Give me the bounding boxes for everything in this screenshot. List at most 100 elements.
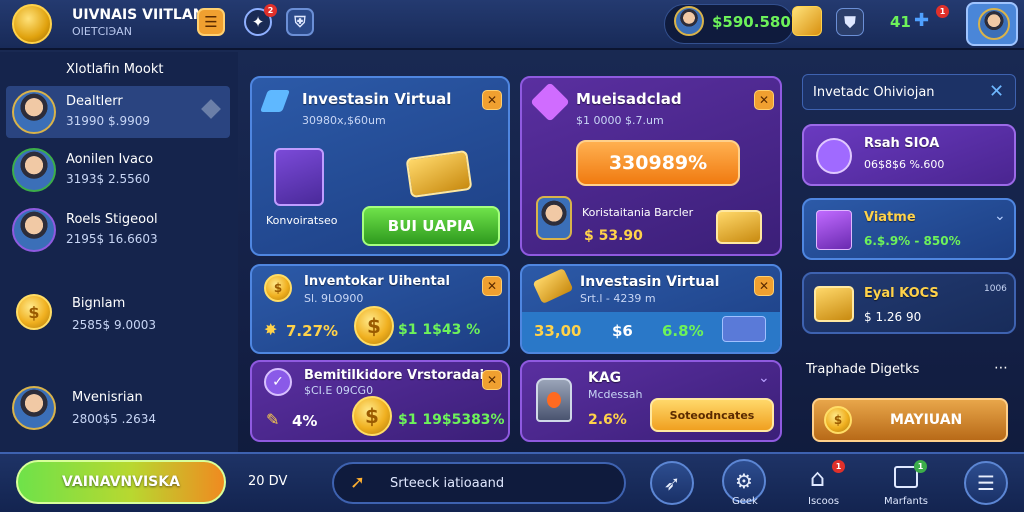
sidebar-item-name: Roels Stigeool bbox=[66, 212, 158, 227]
nav-label-iscoos: Iscoos bbox=[808, 496, 840, 507]
chevron-icon bbox=[201, 99, 221, 119]
item-value: $ 1.26 90 bbox=[864, 310, 922, 324]
amount-value: $1 1$43 % bbox=[398, 322, 481, 338]
avatar bbox=[12, 148, 56, 192]
home-badge: 1 bbox=[832, 460, 845, 473]
wallet-icon[interactable] bbox=[792, 6, 822, 36]
section-title: Traphade Digetks bbox=[806, 362, 920, 377]
chart-icon bbox=[259, 90, 291, 112]
coin-icon: $ bbox=[352, 396, 392, 436]
level-value: 41 bbox=[890, 13, 911, 31]
amount-label: 20 DV bbox=[248, 474, 288, 489]
gold-bar-icon bbox=[716, 210, 762, 244]
chevron-down-icon[interactable]: ⌄ bbox=[758, 370, 770, 386]
sidebar-title: Xlotlafin Mookt bbox=[66, 62, 164, 77]
close-icon[interactable]: ✕ bbox=[989, 81, 1004, 102]
close-icon[interactable]: ✕ bbox=[754, 276, 774, 296]
sidebar: Xlotlafin Mookt Dealtlerr 31990 $.9909 A… bbox=[0, 52, 238, 452]
chart-icon[interactable]: 1 bbox=[890, 460, 927, 492]
action-button[interactable]: Sоtеоdnсаtеs bbox=[650, 398, 774, 432]
sidebar-item-value: 2800$5 .2634 bbox=[72, 412, 156, 426]
card-investasin-virtual-2[interactable]: Investasin Virtual Srt.l - 4239 m ✕ 33,0… bbox=[520, 264, 782, 354]
profile-icon bbox=[978, 8, 1010, 40]
card-title: Investasin Virtual bbox=[302, 90, 452, 108]
card-subtitle: $CI.E 09CG0 bbox=[304, 384, 374, 397]
coin-icon: $ bbox=[264, 274, 292, 302]
sidebar-item-aonilen[interactable]: Aonilen Ivaco 3193$ 2.5560 bbox=[6, 146, 230, 198]
person-name: Koristaitania Barcler bbox=[582, 206, 694, 219]
item-value: 06$8$6 %.600 bbox=[864, 158, 945, 171]
check-icon: ✓ bbox=[264, 368, 292, 396]
close-icon[interactable]: ✕ bbox=[754, 90, 774, 110]
rocket-icon[interactable]: ➶ bbox=[650, 461, 694, 505]
card-title: Bemitilkidore Vrstoradai bbox=[304, 368, 485, 383]
sidebar-item-mvenisrian[interactable]: Mvenisrian 2800$5 .2634 bbox=[6, 386, 230, 438]
card-kag[interactable]: KAG Мсdеssah ⌄ 2.6% Sоtеоdnсаtеs bbox=[520, 360, 782, 442]
close-icon[interactable]: ✕ bbox=[482, 370, 502, 390]
menu-icon[interactable]: ☰ bbox=[964, 461, 1008, 505]
coin-stack-icon bbox=[12, 4, 52, 44]
card-bemitilkidore[interactable]: ✓ Bemitilkidore Vrstoradai $CI.E 09CG0 ✕… bbox=[250, 360, 510, 442]
card-investasin-virtual[interactable]: Investasin Virtual 30980x,$60um ✕ Konvoi… bbox=[250, 76, 510, 256]
item-tag: 1006 bbox=[984, 284, 1007, 294]
close-icon[interactable]: ✕ bbox=[482, 90, 502, 110]
card-subtitle: 30980x,$60um bbox=[302, 114, 386, 127]
item-title: Eyal KOCS bbox=[864, 286, 939, 301]
profile-button[interactable] bbox=[966, 2, 1018, 46]
home-icon[interactable]: ⌂ 1 bbox=[806, 460, 845, 492]
card-inventokar[interactable]: $ Inventokar Uihental Sl. 9LO900 ✕ ✸ 7.2… bbox=[250, 264, 510, 354]
level-badge: 1 bbox=[936, 5, 949, 18]
sidebar-item-dealtlerr[interactable]: Dealtlerr 31990 $.9909 bbox=[6, 86, 230, 138]
percent-button[interactable]: 330989% bbox=[576, 140, 740, 186]
avatar bbox=[12, 208, 56, 252]
arrow-icon: ➚ bbox=[350, 472, 366, 493]
avatar bbox=[12, 386, 56, 430]
right-item-rsah[interactable]: Rsah SIOA 06$8$6 %.600 bbox=[802, 124, 1016, 186]
item-title: Viatme bbox=[864, 210, 916, 225]
cash-icon bbox=[722, 316, 766, 342]
lantern-flame bbox=[547, 392, 561, 408]
sidebar-item-roels[interactable]: Roels Stigeool 2195$ 16.6603 bbox=[6, 206, 230, 258]
top-bar: UIVNAIS VIITLAN ОIETСIЭАN ☰ ✦ 2 ⛨ $590.5… bbox=[0, 0, 1024, 50]
sidebar-item-value: 3193$ 2.5560 bbox=[66, 172, 150, 186]
right-item-eyal[interactable]: Eyal KOCS $ 1.26 90 1006 bbox=[802, 272, 1016, 334]
player-avatar[interactable] bbox=[674, 6, 704, 36]
sidebar-item-bignlam[interactable]: $ Bignlam 2585$ 9.0003 bbox=[6, 288, 230, 340]
sidebar-item-value: 31990 $.9909 bbox=[66, 114, 150, 128]
percent-value: 2.6% bbox=[588, 412, 627, 428]
main-action-button[interactable]: VAINAVNVISKA bbox=[16, 460, 226, 504]
coin-icon: $ bbox=[824, 406, 852, 434]
percent-value: 4% bbox=[292, 412, 318, 430]
item-title: Rsah SIOA bbox=[864, 136, 940, 151]
menu-icon[interactable]: ☰ bbox=[197, 8, 225, 36]
sidebar-item-name: Dealtlerr bbox=[66, 94, 123, 109]
search-input-text: Srteeck iatioaand bbox=[390, 476, 505, 491]
right-item-viatme[interactable]: Viatme 6.$.9% - 850% ⌄ bbox=[802, 198, 1016, 260]
monitor-icon bbox=[274, 148, 324, 206]
close-icon[interactable]: ✕ bbox=[482, 276, 502, 296]
shield-rank-icon[interactable]: ⛊ bbox=[836, 8, 864, 36]
shield-icon[interactable]: ⛨ bbox=[286, 8, 314, 36]
treasure-icon bbox=[814, 286, 854, 322]
chart-badge: 1 bbox=[914, 460, 927, 473]
card-label: Konvoiratseo bbox=[266, 214, 338, 227]
stat-a: 33,00 bbox=[534, 322, 582, 340]
chevron-down-icon[interactable]: ⌄ bbox=[994, 208, 1006, 224]
buy-button[interactable]: BUI UАРIA bbox=[362, 206, 500, 246]
card-title: Mueisadclad bbox=[576, 90, 682, 108]
gem-icon bbox=[530, 82, 570, 122]
gem-icon bbox=[816, 138, 852, 174]
more-icon[interactable]: ⋯ bbox=[994, 360, 1008, 376]
search-panel[interactable]: Invetadc Ohiviojan ✕ bbox=[802, 74, 1016, 110]
card-mueisadclad[interactable]: Mueisadclad $1 0000 $.7.um ✕ 330989% Kor… bbox=[520, 76, 782, 256]
gamepad-icon[interactable]: ✚ bbox=[914, 10, 929, 31]
card-subtitle: Мсdеssah bbox=[588, 388, 643, 401]
card-title: Inventokar Uihental bbox=[304, 274, 450, 289]
app-subtitle: ОIETСIЭАN bbox=[72, 25, 132, 38]
mayiuan-button[interactable]: $ MAYIUAN bbox=[812, 398, 1008, 442]
item-value: 6.$.9% - 850% bbox=[864, 234, 961, 248]
amount-value: $1 19$5383% bbox=[398, 412, 505, 428]
sidebar-item-value: 2195$ 16.6603 bbox=[66, 232, 158, 246]
percent-value: 7.27% bbox=[286, 322, 339, 340]
search-input[interactable]: ➚ Srteeck iatioaand bbox=[332, 462, 626, 504]
